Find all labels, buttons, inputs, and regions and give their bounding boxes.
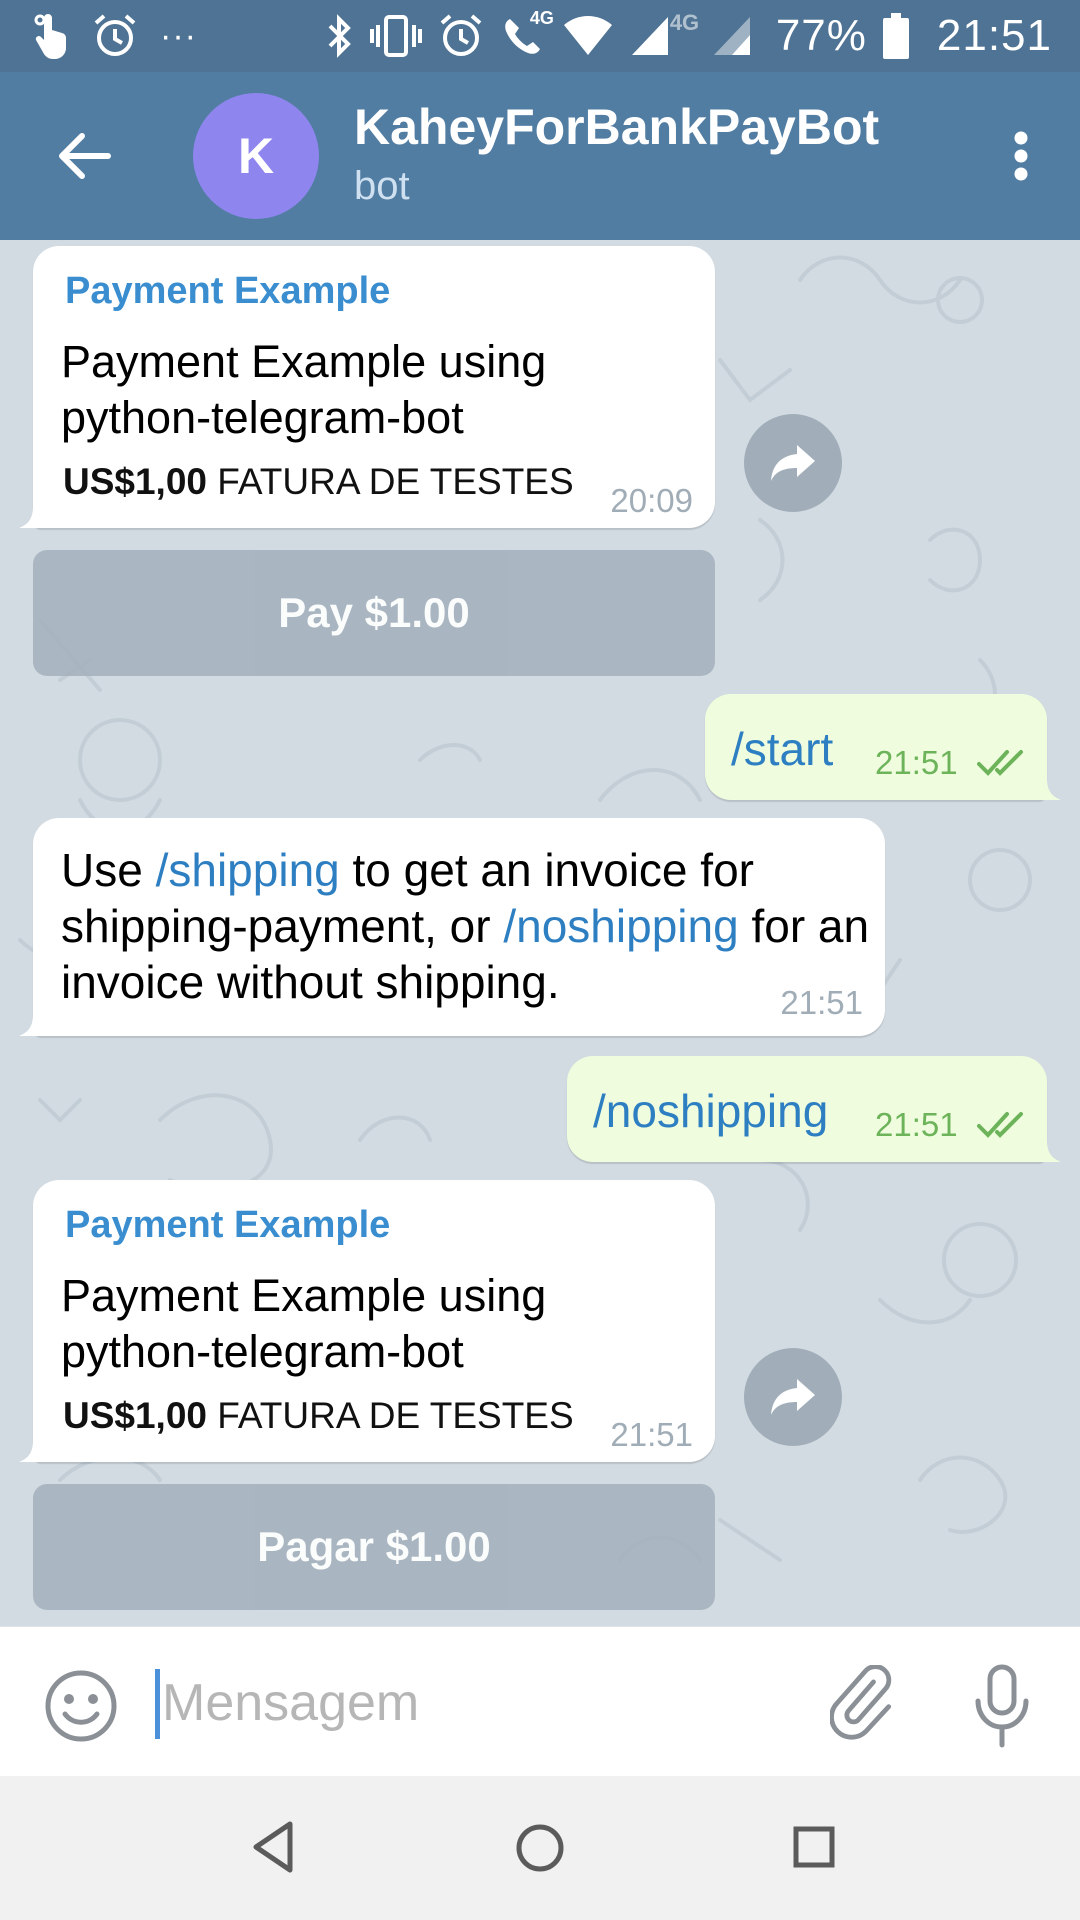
vibrate-icon [369, 10, 422, 62]
smiley-icon [45, 1670, 117, 1742]
invoice-label: FATURA DE TESTES [217, 461, 574, 502]
microphone-icon [975, 1664, 1029, 1748]
message-time: 20:09 [610, 482, 693, 519]
bluetooth-icon [324, 10, 354, 62]
message-time: 21:51 [610, 1416, 693, 1453]
nav-home-button[interactable] [508, 1810, 572, 1886]
kebab-menu-icon [1014, 131, 1028, 181]
alarm-icon [438, 10, 484, 62]
wifi-call-icon: 4G [500, 8, 554, 62]
invoice-price: US$1,00 FATURA DE TESTES [63, 1395, 574, 1437]
wifi-icon [562, 10, 614, 62]
invoice-description: Payment Example using python-telegram-bo… [61, 336, 547, 443]
double-check-icon [977, 1112, 1023, 1138]
share-arrow-icon [771, 1379, 815, 1415]
bubble-tail [19, 1014, 45, 1036]
triangle-back-icon [253, 1821, 293, 1873]
battery-percent: 77% [775, 11, 867, 60]
pay-button[interactable]: Pagar $1.00 [33, 1484, 715, 1610]
arrow-left-icon [59, 133, 111, 179]
invoice-price: US$1,00 FATURA DE TESTES [63, 461, 574, 503]
touch-icon [30, 10, 70, 62]
message-composer [0, 1626, 1080, 1776]
message-list[interactable]: Payment Example Payment Example using py… [0, 240, 1080, 1626]
outgoing-message[interactable]: /noshipping 21:51 [567, 1056, 1061, 1162]
message-time: 21:51 [780, 984, 863, 1021]
text-part: Use [61, 844, 156, 896]
forward-button[interactable] [744, 1348, 842, 1446]
invoice-title: Payment Example [65, 270, 391, 312]
chat-title[interactable]: KaheyForBankPayBot [354, 98, 879, 156]
invoice-amount: US$1,00 [63, 1395, 207, 1436]
invoice-message[interactable]: Payment Example Payment Example using py… [19, 246, 715, 528]
incoming-message[interactable]: Use /shipping to get an invoice for ship… [19, 818, 885, 1036]
bubble-tail [19, 1440, 45, 1462]
network-type-label: 4G [529, 8, 554, 28]
bubble-tail [19, 506, 45, 528]
more-notifications-indicator: ··· [160, 16, 197, 55]
system-navigation-bar [0, 1776, 1080, 1920]
back-button[interactable] [42, 114, 126, 198]
message-input[interactable] [162, 1663, 802, 1743]
avatar[interactable]: K [193, 93, 319, 219]
command-link[interactable]: /start [731, 722, 833, 776]
paperclip-icon [829, 1664, 892, 1740]
text-cursor [155, 1669, 160, 1739]
bubble-tail [1035, 1140, 1061, 1162]
signal-icon: 4G [670, 10, 752, 62]
message-time: 21:51 [875, 744, 958, 781]
status-right-icons: 4G 4G 77% 21:51 [324, 8, 1052, 62]
voice-record-button[interactable] [970, 1661, 1034, 1751]
outgoing-message[interactable]: /start 21:51 [705, 694, 1061, 800]
invoice-label: FATURA DE TESTES [217, 1395, 574, 1436]
square-recents-icon [793, 1826, 835, 1868]
share-arrow-icon [771, 445, 815, 481]
nav-recents-button[interactable] [784, 1812, 844, 1882]
message-text: Use /shipping to get an invoice for ship… [61, 842, 891, 1010]
status-left-icons: ··· [30, 10, 197, 62]
invoice-description: Payment Example using python-telegram-bo… [61, 1270, 547, 1377]
signal-icon [630, 10, 670, 62]
attach-button[interactable] [829, 1664, 900, 1747]
more-options-button[interactable] [986, 114, 1056, 198]
network-type-label: 4G [669, 10, 700, 35]
alarm-icon [92, 10, 138, 62]
status-bar: ··· 4G 4G 77% 21:51 [0, 0, 1080, 72]
chat-subtitle: bot [354, 164, 410, 208]
bubble-tail [1035, 778, 1061, 800]
forward-button[interactable] [744, 414, 842, 512]
pay-button[interactable]: Pay $1.00 [33, 550, 715, 676]
invoice-title: Payment Example [65, 1204, 391, 1246]
invoice-message[interactable]: Payment Example Payment Example using py… [19, 1180, 715, 1462]
invoice-amount: US$1,00 [63, 461, 207, 502]
noshipping-command-link[interactable]: /noshipping [503, 900, 738, 952]
message-time: 21:51 [875, 1106, 958, 1143]
double-check-icon [977, 750, 1023, 776]
chat-header: K KaheyForBankPayBot bot [0, 72, 1080, 240]
clock: 21:51 [936, 11, 1052, 60]
emoji-button[interactable] [40, 1665, 122, 1747]
battery-icon [882, 10, 909, 62]
shipping-command-link[interactable]: /shipping [156, 844, 340, 896]
command-link[interactable]: /noshipping [593, 1084, 828, 1138]
circle-home-icon [516, 1824, 564, 1872]
nav-back-button[interactable] [244, 1812, 304, 1882]
